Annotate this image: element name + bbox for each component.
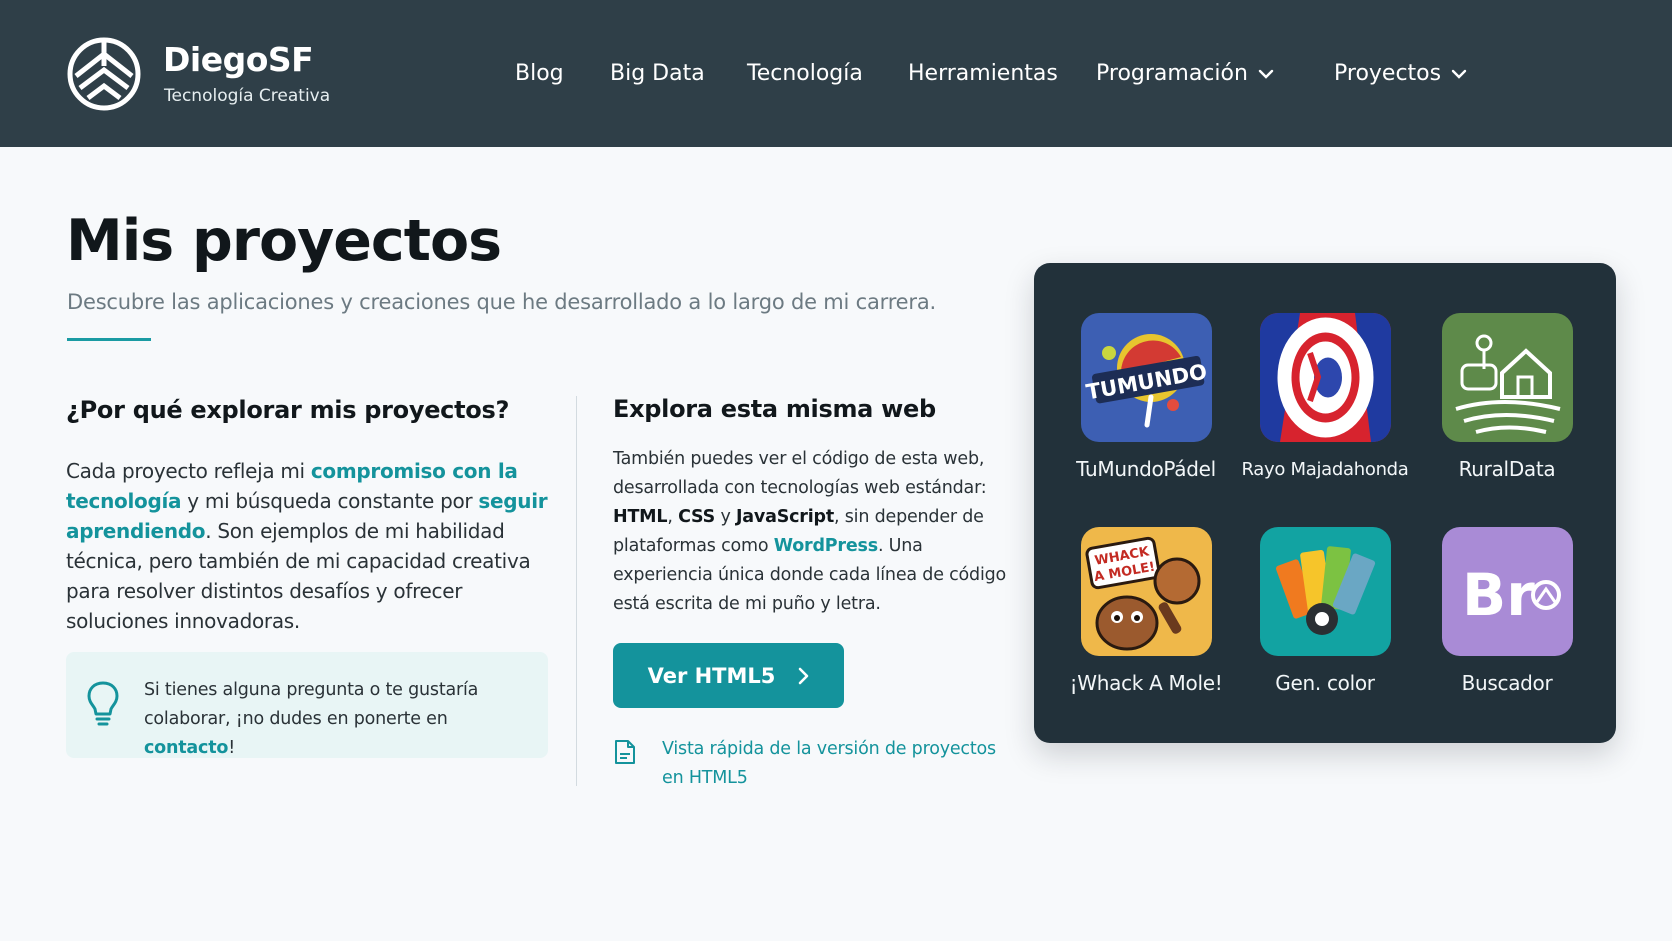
document-icon [615, 740, 635, 764]
nav-item-programacion[interactable]: Programación [1096, 58, 1274, 88]
contact-tip-text: Si tienes alguna pregunta o te gustaría … [144, 676, 544, 763]
app-label: Gen. color [1275, 671, 1375, 695]
web-paragraph: También puedes ver el código de esta web… [613, 445, 1013, 619]
tech-css: CSS [678, 507, 716, 527]
app-label: ¡Whack A Mole! [1069, 671, 1223, 695]
nav-item-blog[interactable]: Blog [515, 58, 564, 88]
buscador-icon: Br [1442, 527, 1573, 656]
color-generator-icon [1260, 527, 1391, 656]
tip-text: Si tienes alguna pregunta o te gustaría … [144, 680, 479, 729]
web-text: , [667, 507, 679, 527]
nav-item-label: Big Data [610, 60, 705, 86]
ver-html5-button[interactable]: Ver HTML5 [613, 643, 844, 708]
page-title: Mis proyectos [66, 208, 502, 274]
app-ruraldata[interactable]: RuralData [1422, 313, 1592, 493]
web-text: y [715, 507, 736, 527]
nav-item-label: Blog [515, 60, 564, 86]
why-text: y mi búsqueda constante por [181, 489, 479, 513]
app-rayo-majadahonda[interactable]: Rayo Majadahonda [1240, 313, 1410, 493]
nav-item-label: Programación [1096, 60, 1248, 86]
tumundo-padel-icon: TUMUNDO [1081, 313, 1212, 442]
nav-item-label: Tecnología [747, 60, 863, 86]
why-text: Cada proyecto refleja mi [66, 459, 311, 483]
apps-panel: TUMUNDO TuMundoPádel Rayo Majadahonda Ru… [1034, 263, 1616, 743]
contact-link[interactable]: contacto [144, 738, 228, 758]
tech-html: HTML [613, 507, 668, 527]
wordpress-link[interactable]: WordPress [774, 536, 878, 556]
tech-javascript: JavaScript [735, 507, 835, 527]
nav-item-herramientas[interactable]: Herramientas [908, 58, 1058, 88]
web-heading: Explora esta misma web [613, 395, 936, 423]
nav-item-label: Proyectos [1334, 60, 1442, 86]
app-whack-a-mole[interactable]: WHACK A MOLE! ¡Whack A Mole! [1061, 527, 1231, 707]
why-paragraph: Cada proyecto refleja mi compromiso con … [66, 456, 556, 636]
app-label: Buscador [1461, 671, 1553, 695]
quick-view-link[interactable]: Vista rápida de la versión de proyectos … [662, 735, 1002, 793]
app-gen-color[interactable]: Gen. color [1240, 527, 1410, 707]
buscador-logo-text: Br [1462, 561, 1535, 629]
chevron-right-icon [799, 667, 809, 684]
page-subtitle: Descubre las aplicaciones y creaciones q… [67, 290, 936, 314]
app-label: RuralData [1458, 457, 1556, 481]
chevron-down-icon [1258, 69, 1274, 79]
nav-item-big-data[interactable]: Big Data [610, 58, 705, 88]
app-buscador[interactable]: Br Buscador [1422, 527, 1592, 707]
tip-end: ! [228, 738, 236, 758]
title-underline [67, 338, 151, 341]
app-tumundopadel[interactable]: TUMUNDO TuMundoPádel [1061, 313, 1231, 493]
site-header: DiegoSF Tecnología Creativa Blog Big Dat… [0, 0, 1672, 147]
ruraldata-icon [1442, 313, 1573, 442]
app-label: Rayo Majadahonda [1241, 459, 1409, 480]
button-label: Ver HTML5 [647, 663, 776, 688]
wolf-logo-icon[interactable] [66, 36, 142, 112]
brand-name[interactable]: DiegoSF [163, 40, 314, 79]
column-divider [576, 396, 577, 786]
brand-tagline: Tecnología Creativa [164, 86, 331, 106]
nav-item-tecnologia[interactable]: Tecnología [747, 58, 863, 88]
why-heading: ¿Por qué explorar mis proyectos? [66, 396, 510, 424]
app-label: TuMundoPádel [1076, 457, 1216, 481]
lightbulb-icon [87, 681, 119, 726]
contact-tip-box: Si tienes alguna pregunta o te gustaría … [66, 652, 548, 758]
chevron-down-icon [1451, 69, 1467, 79]
nav-item-label: Herramientas [908, 60, 1058, 86]
web-text: También puedes ver el código de esta web… [613, 449, 987, 498]
whack-a-mole-icon: WHACK A MOLE! [1081, 527, 1212, 656]
rayo-majadahonda-icon [1260, 313, 1391, 442]
nav-item-proyectos[interactable]: Proyectos [1334, 58, 1467, 88]
